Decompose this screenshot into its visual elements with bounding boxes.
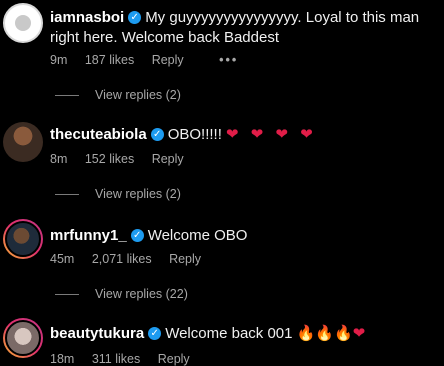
reply-button[interactable]: Reply: [152, 152, 184, 166]
verified-badge-icon: ✓: [148, 326, 162, 340]
reply-line-divider: [55, 294, 79, 296]
comment-text: Welcome OBO: [147, 227, 248, 244]
avatar: [5, 221, 41, 257]
comment-meta: 8m 152 likes Reply: [50, 152, 198, 166]
comment-body: thecuteabiola ✓ OBO!!!!! ❤ ❤ ❤ ❤: [50, 126, 317, 144]
comment-body: beautytukura ✓ Welcome back 001 🔥🔥🔥❤: [50, 325, 365, 343]
comment-text: Welcome back 001: [165, 325, 293, 342]
verified-badge-icon: ✓: [130, 228, 144, 242]
timestamp: 9m: [50, 53, 68, 67]
reply-button[interactable]: Reply: [152, 53, 184, 67]
likes-count[interactable]: 2,071 likes: [92, 252, 152, 266]
reply-line-divider: [55, 194, 79, 196]
avatar[interactable]: [3, 122, 43, 162]
heart-emoji-icon: ❤ ❤ ❤ ❤: [226, 126, 317, 143]
timestamp: 45m: [50, 252, 75, 266]
reply-button[interactable]: Reply: [169, 252, 201, 266]
avatar-story-ring[interactable]: [3, 318, 43, 358]
comment-meta: 45m 2,071 likes Reply: [50, 252, 215, 266]
comment-meta: 9m 187 likes Reply •••: [50, 53, 252, 67]
view-replies[interactable]: View replies (2): [55, 187, 181, 201]
view-replies-label[interactable]: View replies (2): [95, 88, 181, 102]
verified-badge-icon: ✓: [128, 10, 142, 24]
view-replies-label[interactable]: View replies (2): [95, 187, 181, 201]
timestamp: 18m: [50, 352, 75, 366]
reply-line-divider: [55, 95, 79, 97]
comment-meta: 18m 311 likes Reply: [50, 352, 204, 366]
view-replies-label[interactable]: View replies (22): [95, 287, 188, 301]
avatar: [5, 320, 41, 356]
avatar[interactable]: [3, 3, 43, 43]
avatar-story-ring[interactable]: [3, 219, 43, 259]
comment-text: OBO!!!!!: [167, 126, 222, 143]
username[interactable]: beautytukura: [50, 325, 144, 342]
username[interactable]: mrfunny1_: [50, 227, 127, 244]
username[interactable]: iamnasboi: [50, 9, 124, 26]
fire-heart-emoji-icon: 🔥🔥🔥❤: [296, 325, 366, 342]
view-replies[interactable]: View replies (22): [55, 287, 188, 301]
likes-count[interactable]: 152 likes: [85, 152, 134, 166]
username[interactable]: thecuteabiola: [50, 126, 147, 143]
reply-button[interactable]: Reply: [158, 352, 190, 366]
timestamp: 8m: [50, 152, 68, 166]
view-replies[interactable]: View replies (2): [55, 88, 181, 102]
verified-badge-icon: ✓: [150, 127, 164, 141]
comment-body: mrfunny1_ ✓ Welcome OBO: [50, 227, 247, 245]
likes-count[interactable]: 187 likes: [85, 53, 134, 67]
comment-body: iamnasboi ✓ My guyyyyyyyyyyyyyyy. Loyal to…: [50, 8, 430, 48]
more-options-icon[interactable]: •••: [219, 53, 238, 67]
likes-count[interactable]: 311 likes: [92, 352, 140, 366]
